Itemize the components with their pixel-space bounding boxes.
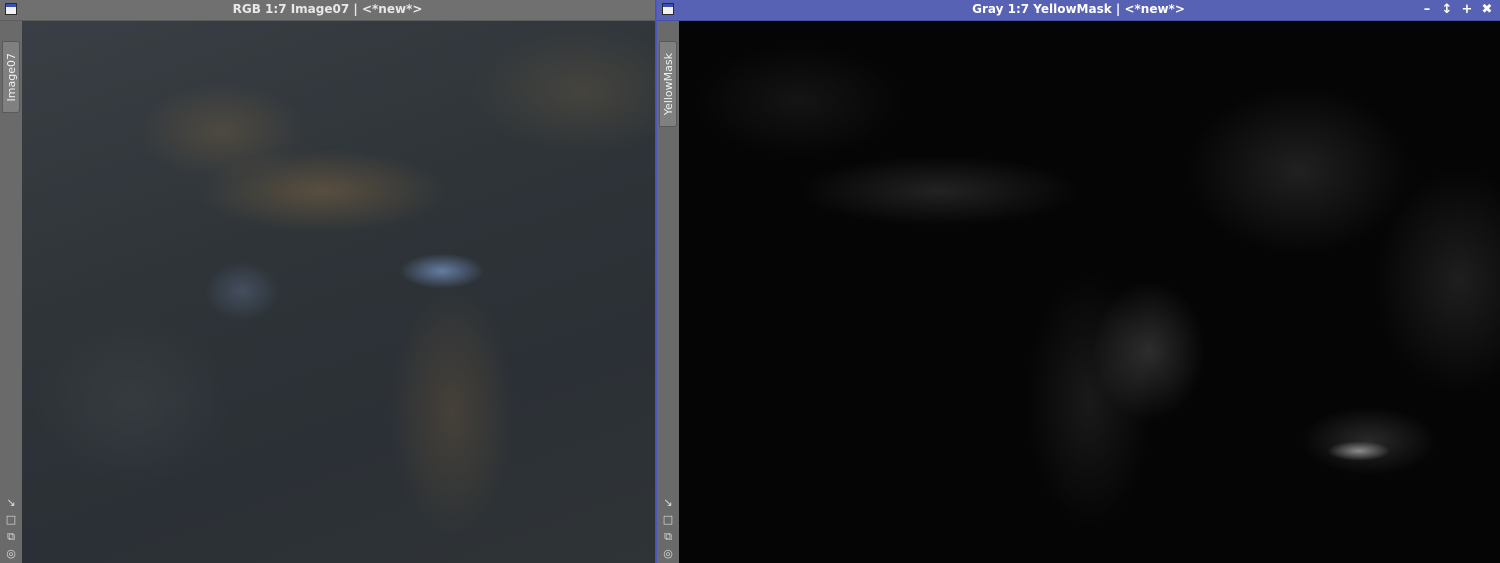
image-window-yellowmask[interactable]: Gray 1:7 YellowMask | <*new*> – ↕ + ✖ Ye… [656, 0, 1500, 563]
view-id-label: Image07 [4, 52, 18, 102]
view-tool-icons: ↘ □ ⧉ ◎ [661, 495, 675, 561]
arrow-diagonal-icon[interactable]: ↘ [4, 495, 18, 510]
view-id-tab[interactable]: YellowMask [659, 41, 677, 127]
window-menu-icon[interactable] [662, 3, 674, 15]
view-id-tab[interactable]: Image07 [2, 41, 20, 113]
maximize-icon[interactable]: + [1460, 3, 1474, 17]
clone-icon[interactable]: ⧉ [4, 529, 18, 544]
view-tool-icons: ↘ □ ⧉ ◎ [4, 495, 18, 561]
arrow-diagonal-icon[interactable]: ↘ [661, 495, 675, 510]
window-titlebar[interactable]: RGB 1:7 Image07 | <*new*> [0, 0, 655, 21]
window-titlebar-active[interactable]: Gray 1:7 YellowMask | <*new*> – ↕ + ✖ [657, 0, 1500, 21]
image-window-image07[interactable]: RGB 1:7 Image07 | <*new*> Image07 ↘ □ ⧉ … [0, 0, 655, 563]
target-icon[interactable]: ◎ [661, 546, 675, 561]
window-title: RGB 1:7 Image07 | <*new*> [232, 2, 423, 16]
window-controls: – ↕ + ✖ [1420, 1, 1494, 19]
target-icon[interactable]: ◎ [4, 546, 18, 561]
close-icon[interactable]: ✖ [1480, 3, 1494, 17]
image-canvas-yellowmask[interactable] [679, 21, 1500, 563]
shade-icon[interactable]: ↕ [1440, 3, 1454, 17]
fit-icon[interactable]: □ [4, 512, 18, 527]
window-title: Gray 1:7 YellowMask | <*new*> [972, 2, 1185, 16]
view-id-label: YellowMask [661, 52, 675, 116]
window-side-strip: Image07 ↘ □ ⧉ ◎ [0, 21, 22, 563]
fit-icon[interactable]: □ [661, 512, 675, 527]
minimize-icon[interactable]: – [1420, 3, 1434, 17]
image-canvas-image07[interactable] [22, 21, 655, 563]
clone-icon[interactable]: ⧉ [661, 529, 675, 544]
window-side-strip: YellowMask ↘ □ ⧉ ◎ [657, 21, 679, 563]
window-menu-icon[interactable] [5, 3, 17, 15]
